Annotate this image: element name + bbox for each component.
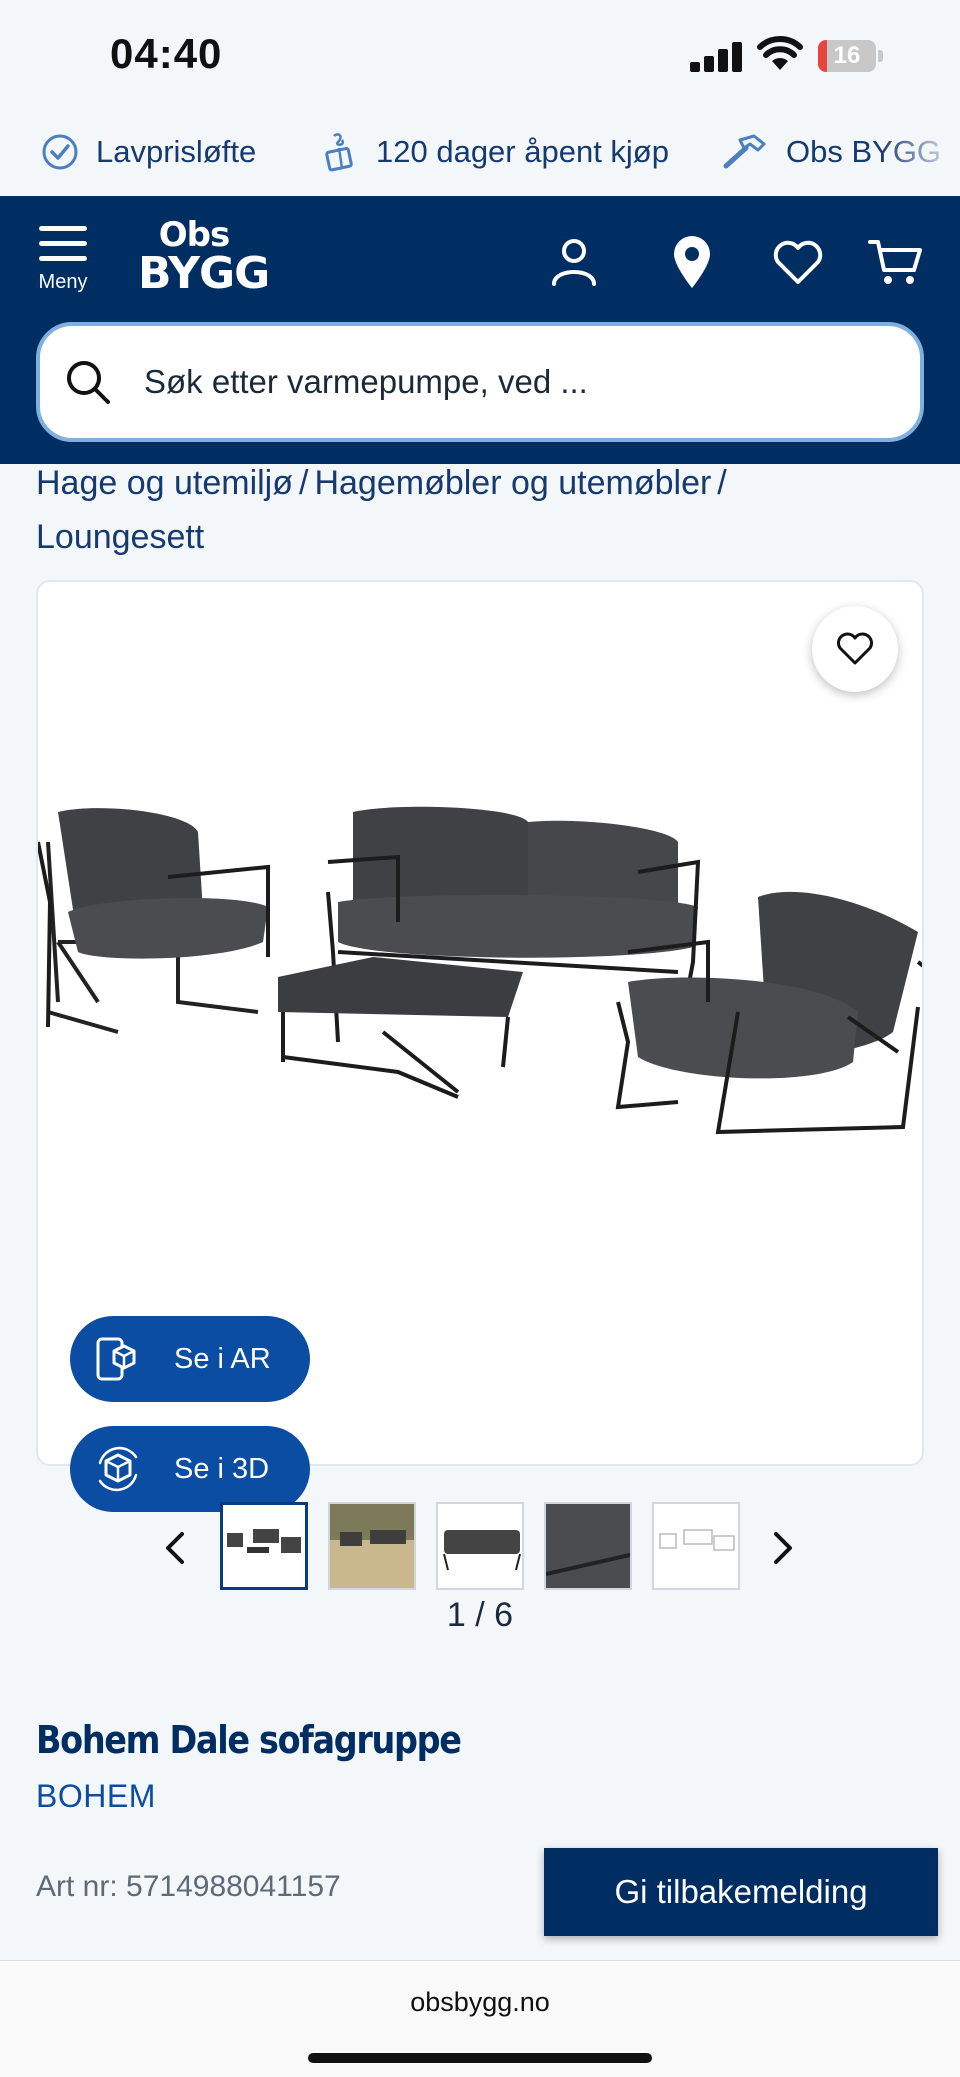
chevron-left-icon bbox=[166, 1532, 184, 1564]
url-bar[interactable]: obsbygg.no bbox=[0, 1987, 960, 2018]
status-time: 04:40 bbox=[110, 30, 223, 77]
status-bar: 04:40 16 bbox=[0, 0, 960, 112]
battery-icon: 16 bbox=[818, 40, 884, 72]
ar-label: Se i AR bbox=[174, 1342, 271, 1375]
next-image-button[interactable] bbox=[764, 1520, 804, 1576]
battery-level: 16 bbox=[833, 42, 861, 69]
coffee-table bbox=[278, 957, 523, 1099]
thumbnail-3[interactable] bbox=[436, 1502, 524, 1590]
ar-icon bbox=[96, 1337, 136, 1381]
search-input[interactable] bbox=[144, 363, 844, 401]
article-number: Art nr: 5714988041157 bbox=[36, 1870, 341, 1903]
chevron-right-icon bbox=[774, 1532, 792, 1564]
home-indicator[interactable] bbox=[308, 2053, 652, 2063]
usp-label: 120 dager åpent kjøp bbox=[376, 134, 669, 169]
product-image bbox=[38, 806, 922, 1135]
heart-icon[interactable] bbox=[770, 234, 826, 290]
breadcrumb-item-garden[interactable]: Hage og utemiljø bbox=[36, 464, 293, 502]
check-circle-icon bbox=[42, 134, 78, 170]
breadcrumb-item-garden-furniture[interactable]: Hagemøbler og utemøbler bbox=[314, 464, 711, 502]
wifi-icon bbox=[756, 36, 804, 72]
breadcrumb: Hage og utemiljø / Hagemøbler og utemøbler… bbox=[36, 456, 926, 564]
feedback-button[interactable]: Gi tilbakemelding bbox=[544, 1848, 938, 1936]
thumbnail-4[interactable] bbox=[544, 1502, 632, 1590]
previous-image-button[interactable] bbox=[154, 1520, 194, 1576]
search-icon bbox=[67, 361, 110, 404]
usp-item-open-purchase[interactable]: 120 dager åpent kjøp bbox=[320, 130, 669, 174]
thumbnail-strip bbox=[0, 1500, 960, 1596]
logo-bottom-text: BYGG bbox=[138, 248, 270, 299]
hammer-icon bbox=[723, 134, 766, 169]
breadcrumb-separator: / bbox=[299, 464, 309, 502]
product-brand[interactable]: BOHEM bbox=[36, 1778, 156, 1815]
signal-icon bbox=[690, 40, 744, 72]
cart-icon[interactable] bbox=[868, 234, 924, 290]
breadcrumb-separator: / bbox=[717, 464, 727, 502]
logo-top-text: Obs bbox=[158, 215, 230, 255]
3d-label: Se i 3D bbox=[174, 1452, 270, 1485]
site-header: Meny Obs BYGG bbox=[0, 196, 960, 464]
location-pin-icon[interactable] bbox=[664, 234, 720, 290]
add-to-favorites-button[interactable] bbox=[812, 606, 898, 692]
hamburger-icon bbox=[30, 226, 96, 261]
menu-label: Meny bbox=[38, 271, 88, 293]
armchair-left bbox=[38, 808, 270, 1034]
thumbnail-5[interactable] bbox=[652, 1502, 740, 1590]
image-counter: 1 / 6 bbox=[446, 1596, 514, 1634]
breadcrumb-item-lounge-sets[interactable]: Loungesett bbox=[36, 518, 204, 556]
product-title: Bohem Dale sofagruppe bbox=[36, 1718, 462, 1762]
view-in-ar-button[interactable]: Se i AR bbox=[70, 1316, 310, 1402]
user-icon[interactable] bbox=[546, 234, 602, 290]
search-bar[interactable] bbox=[36, 322, 924, 442]
obs-bygg-logo[interactable]: Obs BYGG bbox=[138, 215, 270, 299]
usp-item-price-promise[interactable]: Lavprisløfte bbox=[40, 130, 256, 174]
thumbnail-2[interactable] bbox=[328, 1502, 416, 1590]
usp-label: Lavprisløfte bbox=[96, 134, 257, 169]
browser-bottom-bar: obsbygg.no bbox=[0, 1960, 960, 2077]
menu-button[interactable]: Meny bbox=[30, 226, 96, 310]
usp-bar: Lavprisløfte 120 dager åpent kjøp Obs BY… bbox=[0, 112, 960, 196]
gift-box-icon bbox=[325, 133, 353, 172]
thumbnail-1[interactable] bbox=[220, 1502, 308, 1590]
heart-icon bbox=[837, 632, 873, 665]
3d-cube-icon bbox=[98, 1446, 138, 1492]
